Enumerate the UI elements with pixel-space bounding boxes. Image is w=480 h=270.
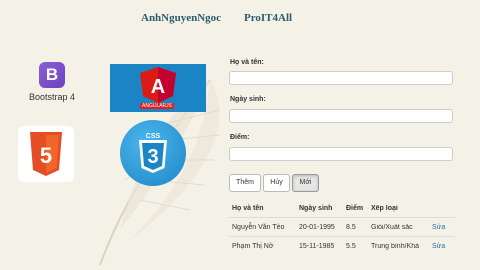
brand-name: AnhNguyenNgoc xyxy=(141,12,222,24)
cell-name: Phạm Thị Nở xyxy=(232,242,274,250)
table-header-row: Họ và tên Ngày sinh Điểm Xếp loại xyxy=(229,199,455,217)
column-header-score: Điểm xyxy=(346,204,364,212)
angular-icon: A xyxy=(140,67,176,103)
table-row: Nguyễn Văn Tèo 20-01-1995 8.5 Giỏi/Xuất … xyxy=(229,217,455,236)
cell-dob: 15-11-1985 xyxy=(299,242,335,250)
dob-input[interactable] xyxy=(229,109,453,123)
score-input[interactable] xyxy=(229,147,453,161)
cancel-button[interactable]: Hủy xyxy=(263,174,290,192)
cell-rank: Giỏi/Xuất sắc xyxy=(371,223,413,231)
html5-icon: 5 xyxy=(30,132,62,176)
add-button[interactable]: Thêm xyxy=(229,174,261,192)
cell-dob: 20-01-1995 xyxy=(299,223,335,231)
new-button[interactable]: Mới xyxy=(292,174,319,192)
score-label: Điểm: xyxy=(230,134,250,141)
bootstrap-caption: Bootstrap 4 xyxy=(28,92,76,102)
cell-name: Nguyễn Văn Tèo xyxy=(232,223,285,231)
angular-logo: A ANGULARJS xyxy=(110,64,206,112)
html5-number: 5 xyxy=(40,143,52,168)
edit-link[interactable]: Sửa xyxy=(432,243,455,250)
css3-label: CSS xyxy=(146,133,161,140)
column-header-rank: Xếp loại xyxy=(371,204,398,212)
bootstrap-logo: B Bootstrap 4 xyxy=(22,62,82,120)
cell-score: 5.5 xyxy=(346,242,356,250)
site-name: ProIT4All xyxy=(244,12,293,24)
cell-score: 8.5 xyxy=(346,223,356,231)
table-row: Phạm Thị Nở 15-11-1985 5.5 Trung bình/Kh… xyxy=(229,236,455,255)
column-header-dob: Ngày sinh xyxy=(299,204,333,212)
name-label: Họ và tên: xyxy=(230,59,264,66)
cell-rank: Trung bình/Khá xyxy=(371,242,419,250)
css3-logo: CSS 3 xyxy=(120,120,186,186)
angular-letter: A xyxy=(151,76,165,98)
css3-number: 3 xyxy=(147,146,158,168)
name-input[interactable] xyxy=(229,71,453,85)
dob-label: Ngày sinh: xyxy=(230,96,266,103)
edit-link[interactable]: Sửa xyxy=(432,224,455,231)
angular-caption: ANGULARJS xyxy=(140,103,175,109)
bootstrap-icon: B xyxy=(39,62,65,88)
column-header-name: Họ và tên xyxy=(232,204,264,212)
css3-icon: CSS 3 xyxy=(139,133,167,173)
student-table: Họ và tên Ngày sinh Điểm Xếp loại Nguyễn… xyxy=(229,199,455,255)
html5-logo: 5 xyxy=(18,126,74,182)
